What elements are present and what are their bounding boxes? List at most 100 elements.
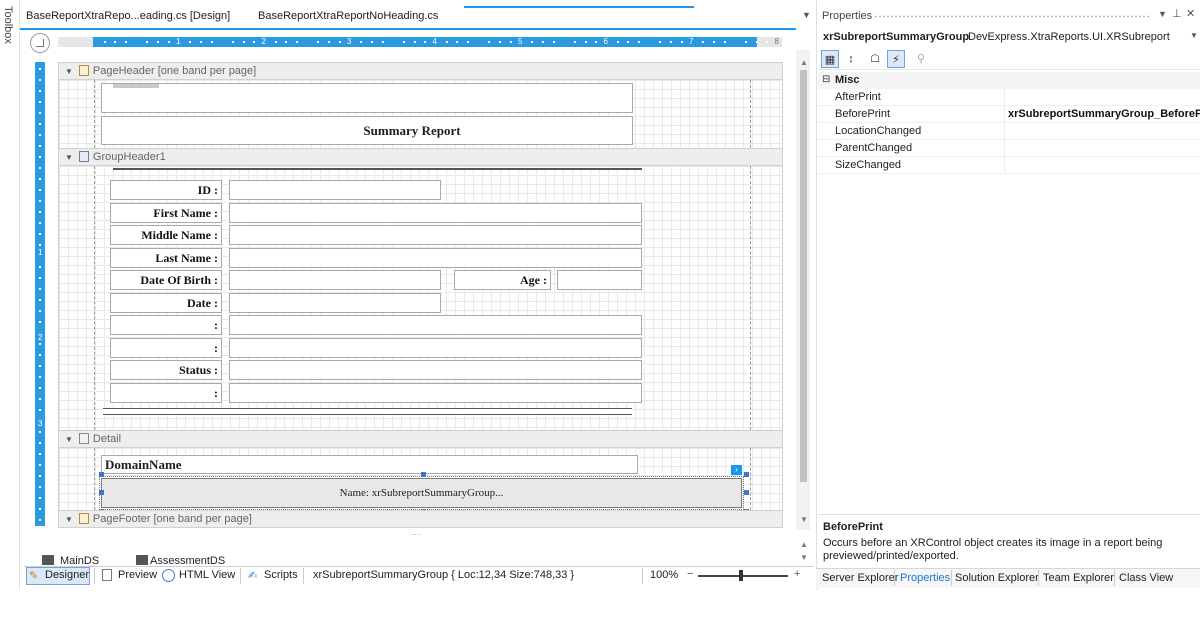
label-first-name[interactable]: First Name : (110, 203, 222, 223)
header-logo-box[interactable] (101, 83, 633, 113)
property-row[interactable]: AfterPrint (818, 89, 1200, 106)
scroll-down-icon[interactable]: ▼ (800, 515, 808, 524)
html-view-icon[interactable] (162, 569, 175, 582)
scripts-icon[interactable]: ✍ (248, 569, 262, 582)
property-row[interactable]: ParentChanged (818, 140, 1200, 157)
field-last-name[interactable] (229, 248, 642, 268)
designer-label[interactable]: Designer (45, 569, 89, 581)
separator (1114, 570, 1115, 586)
scroll-up-icon[interactable]: ▲ (800, 540, 808, 549)
band-page-footer[interactable]: ▼ PageFooter [one band per page] (58, 510, 783, 528)
band-group-header[interactable]: ▼ GroupHeader1 (58, 148, 783, 166)
double-line-separator[interactable] (103, 408, 632, 415)
panel-dropdown-icon[interactable]: ▼ (1158, 9, 1167, 19)
chevron-down-icon[interactable]: ▼ (1190, 31, 1198, 40)
field-blank-3[interactable] (229, 383, 642, 403)
ruler-tick (242, 41, 245, 43)
tab-team-explorer[interactable]: Team Explorer (1043, 572, 1114, 584)
resize-handle[interactable] (744, 490, 749, 495)
collapse-icon[interactable]: ▼ (65, 432, 73, 448)
zoom-out-icon[interactable]: − (687, 568, 693, 580)
ruler-tick (39, 112, 41, 114)
resize-handle[interactable] (99, 472, 104, 477)
margin-guide-left (94, 448, 95, 510)
smart-tag-icon[interactable]: › (731, 465, 742, 475)
ruler-corner-icon[interactable] (30, 33, 50, 53)
scroll-down-icon[interactable]: ▼ (800, 553, 808, 562)
band-page-header[interactable]: ▼ PageHeader [one band per page] (58, 62, 783, 80)
field-date-of-birth[interactable] (229, 270, 441, 290)
events-icon[interactable]: ⚡ (887, 50, 905, 68)
collapse-icon[interactable]: ▼ (65, 512, 73, 528)
field-first-name[interactable] (229, 203, 642, 223)
resize-handle[interactable] (744, 472, 749, 477)
ruler-tick (39, 277, 41, 279)
scroll-up-icon[interactable]: ▲ (800, 58, 808, 67)
collapse-icon[interactable]: ▼ (65, 64, 73, 80)
property-pages-icon[interactable]: ⚲ (912, 50, 930, 68)
preview-icon[interactable] (102, 569, 112, 581)
ruler-tick (39, 310, 41, 312)
tab-design[interactable]: BaseReportXtraRepo...eading.cs [Design] (26, 10, 230, 28)
resize-grip-icon[interactable]: ..... (410, 528, 421, 537)
zoom-in-icon[interactable]: + (794, 568, 800, 580)
property-row[interactable]: BeforePrint xrSubreportSummaryGroup_Befo… (818, 106, 1200, 123)
field-middle-name[interactable] (229, 225, 642, 245)
field-age[interactable] (557, 270, 642, 290)
collapse-icon[interactable]: ▼ (65, 150, 73, 166)
collapse-icon[interactable]: ⊟ (822, 72, 830, 88)
resize-handle[interactable] (99, 490, 104, 495)
html-view-button[interactable]: HTML View (179, 569, 235, 581)
band-icon (78, 513, 89, 524)
property-value[interactable]: xrSubreportSummaryGroup_BeforePrint (1008, 106, 1200, 122)
tab-code[interactable]: BaseReportXtraReportNoHeading.cs (258, 10, 438, 28)
subreport-control[interactable]: Name: xrSubreportSummaryGroup... (99, 476, 744, 510)
object-selector[interactable]: xrSubreportSummaryGroup DevExpress.XtraR… (818, 28, 1200, 46)
field-status[interactable] (229, 360, 642, 380)
categorized-icon[interactable]: ▦ (821, 50, 839, 68)
label-middle-name[interactable]: Middle Name : (110, 225, 222, 245)
zoom-slider-thumb[interactable] (739, 570, 743, 581)
label-date[interactable]: Date : (110, 293, 222, 313)
label-last-name[interactable]: Last Name : (110, 248, 222, 268)
properties-icon[interactable]: ☖ (866, 50, 884, 68)
property-row[interactable]: SizeChanged (818, 157, 1200, 174)
label-date-of-birth[interactable]: Date Of Birth : (110, 270, 222, 290)
field-blank-2[interactable] (229, 338, 642, 358)
margin-guide-right (750, 166, 751, 430)
report-title[interactable]: Summary Report (101, 116, 633, 145)
toolbox-label[interactable]: Toolbox (2, 6, 14, 44)
band-detail[interactable]: ▼ Detail (58, 430, 783, 448)
scrollbar-thumb[interactable] (800, 70, 807, 482)
description-panel: BeforePrint Occurs before an XRControl o… (818, 514, 1200, 564)
domain-name-label[interactable]: DomainName (101, 455, 638, 474)
panel-grip[interactable] (874, 15, 1150, 18)
label-id[interactable]: ID : (110, 180, 222, 200)
tab-dropdown-icon[interactable]: ▼ (802, 10, 811, 20)
label-blank-2[interactable]: : (110, 338, 222, 358)
label-status[interactable]: Status : (110, 360, 222, 380)
toolbox-strip[interactable] (0, 0, 20, 590)
field-id[interactable] (229, 180, 441, 200)
field-date[interactable] (229, 293, 441, 313)
ruler-tick (413, 41, 416, 43)
tab-solution-explorer[interactable]: Solution Explorer (955, 572, 1039, 584)
label-blank-1[interactable]: : (110, 315, 222, 335)
ruler-tick (659, 41, 662, 43)
property-row[interactable]: LocationChanged (818, 123, 1200, 140)
zoom-slider-track[interactable] (698, 575, 788, 577)
label-blank-3[interactable]: : (110, 383, 222, 403)
tab-properties[interactable]: Properties (900, 572, 950, 584)
tab-server-explorer[interactable]: Server Explorer (822, 572, 898, 584)
close-icon[interactable]: ✕ (1186, 7, 1195, 20)
label-age[interactable]: Age : (454, 270, 551, 290)
resize-handle[interactable] (421, 472, 426, 477)
pin-icon[interactable]: ⊥ (1172, 7, 1182, 20)
category-misc[interactable]: ⊟ Misc (818, 72, 1200, 89)
preview-button[interactable]: Preview (118, 569, 157, 581)
field-blank-1[interactable] (229, 315, 642, 335)
ruler-tick (552, 41, 555, 43)
scripts-button[interactable]: Scripts (264, 569, 298, 581)
alphabetical-icon[interactable]: ↕ (842, 50, 860, 68)
tab-class-view[interactable]: Class View (1119, 572, 1173, 584)
